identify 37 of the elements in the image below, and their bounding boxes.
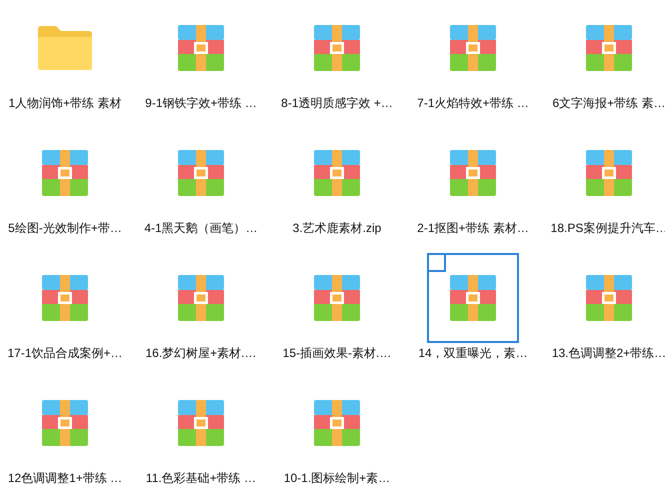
- archive-icon: [178, 25, 224, 71]
- file-name: 9-1钢铁字效+带练 …: [145, 95, 257, 111]
- archive-icon: [450, 25, 496, 71]
- archive-icon: [314, 25, 360, 71]
- checkbox[interactable]: [429, 255, 446, 272]
- archive-icon: [42, 275, 88, 321]
- archive-icon: [314, 400, 360, 446]
- archive-icon: [314, 275, 360, 321]
- archive-icon: [42, 150, 88, 196]
- file-name: 8-1透明质感字效 +…: [281, 95, 393, 111]
- file-name: 1人物润饰+带练 素材: [8, 95, 122, 111]
- archive-icon: [450, 150, 496, 196]
- archive-icon: [42, 400, 88, 446]
- file-name: 3.艺术鹿素材.zip: [292, 220, 382, 236]
- file-name: 10-1.图标绘制+素…: [284, 470, 390, 486]
- file-name: 11.色彩基础+带练 …: [146, 470, 256, 486]
- file-name: 16.梦幻树屋+素材.…: [145, 345, 257, 361]
- archive-icon: [178, 150, 224, 196]
- archive-icon: [314, 150, 360, 196]
- folder-icon: [36, 25, 94, 71]
- file-tile[interactable]: [427, 253, 519, 343]
- archive-icon: [450, 275, 496, 321]
- file-name: 13.色调调整2+带练…: [552, 345, 665, 361]
- archive-icon: [178, 400, 224, 446]
- file-name: 14，双重曝光，素…: [418, 345, 528, 361]
- file-name: 15-插画效果-素材.…: [282, 345, 392, 361]
- archive-icon: [586, 25, 632, 71]
- archive-icon: [586, 275, 632, 321]
- file-name: 7-1火焰特效+带练 …: [417, 95, 529, 111]
- file-name: 2-1抠图+带练 素材…: [417, 220, 529, 236]
- file-name: 5绘图-光效制作+带…: [8, 220, 122, 236]
- archive-icon: [586, 150, 632, 196]
- file-name: 4-1黑天鹅（画笔）…: [144, 220, 258, 236]
- archive-icon: [178, 275, 224, 321]
- file-name: 17-1饮品合成案例+…: [7, 345, 123, 361]
- file-name: 6文字海报+带练 素…: [552, 95, 665, 111]
- file-name: 12色调调整1+带练 …: [8, 470, 122, 486]
